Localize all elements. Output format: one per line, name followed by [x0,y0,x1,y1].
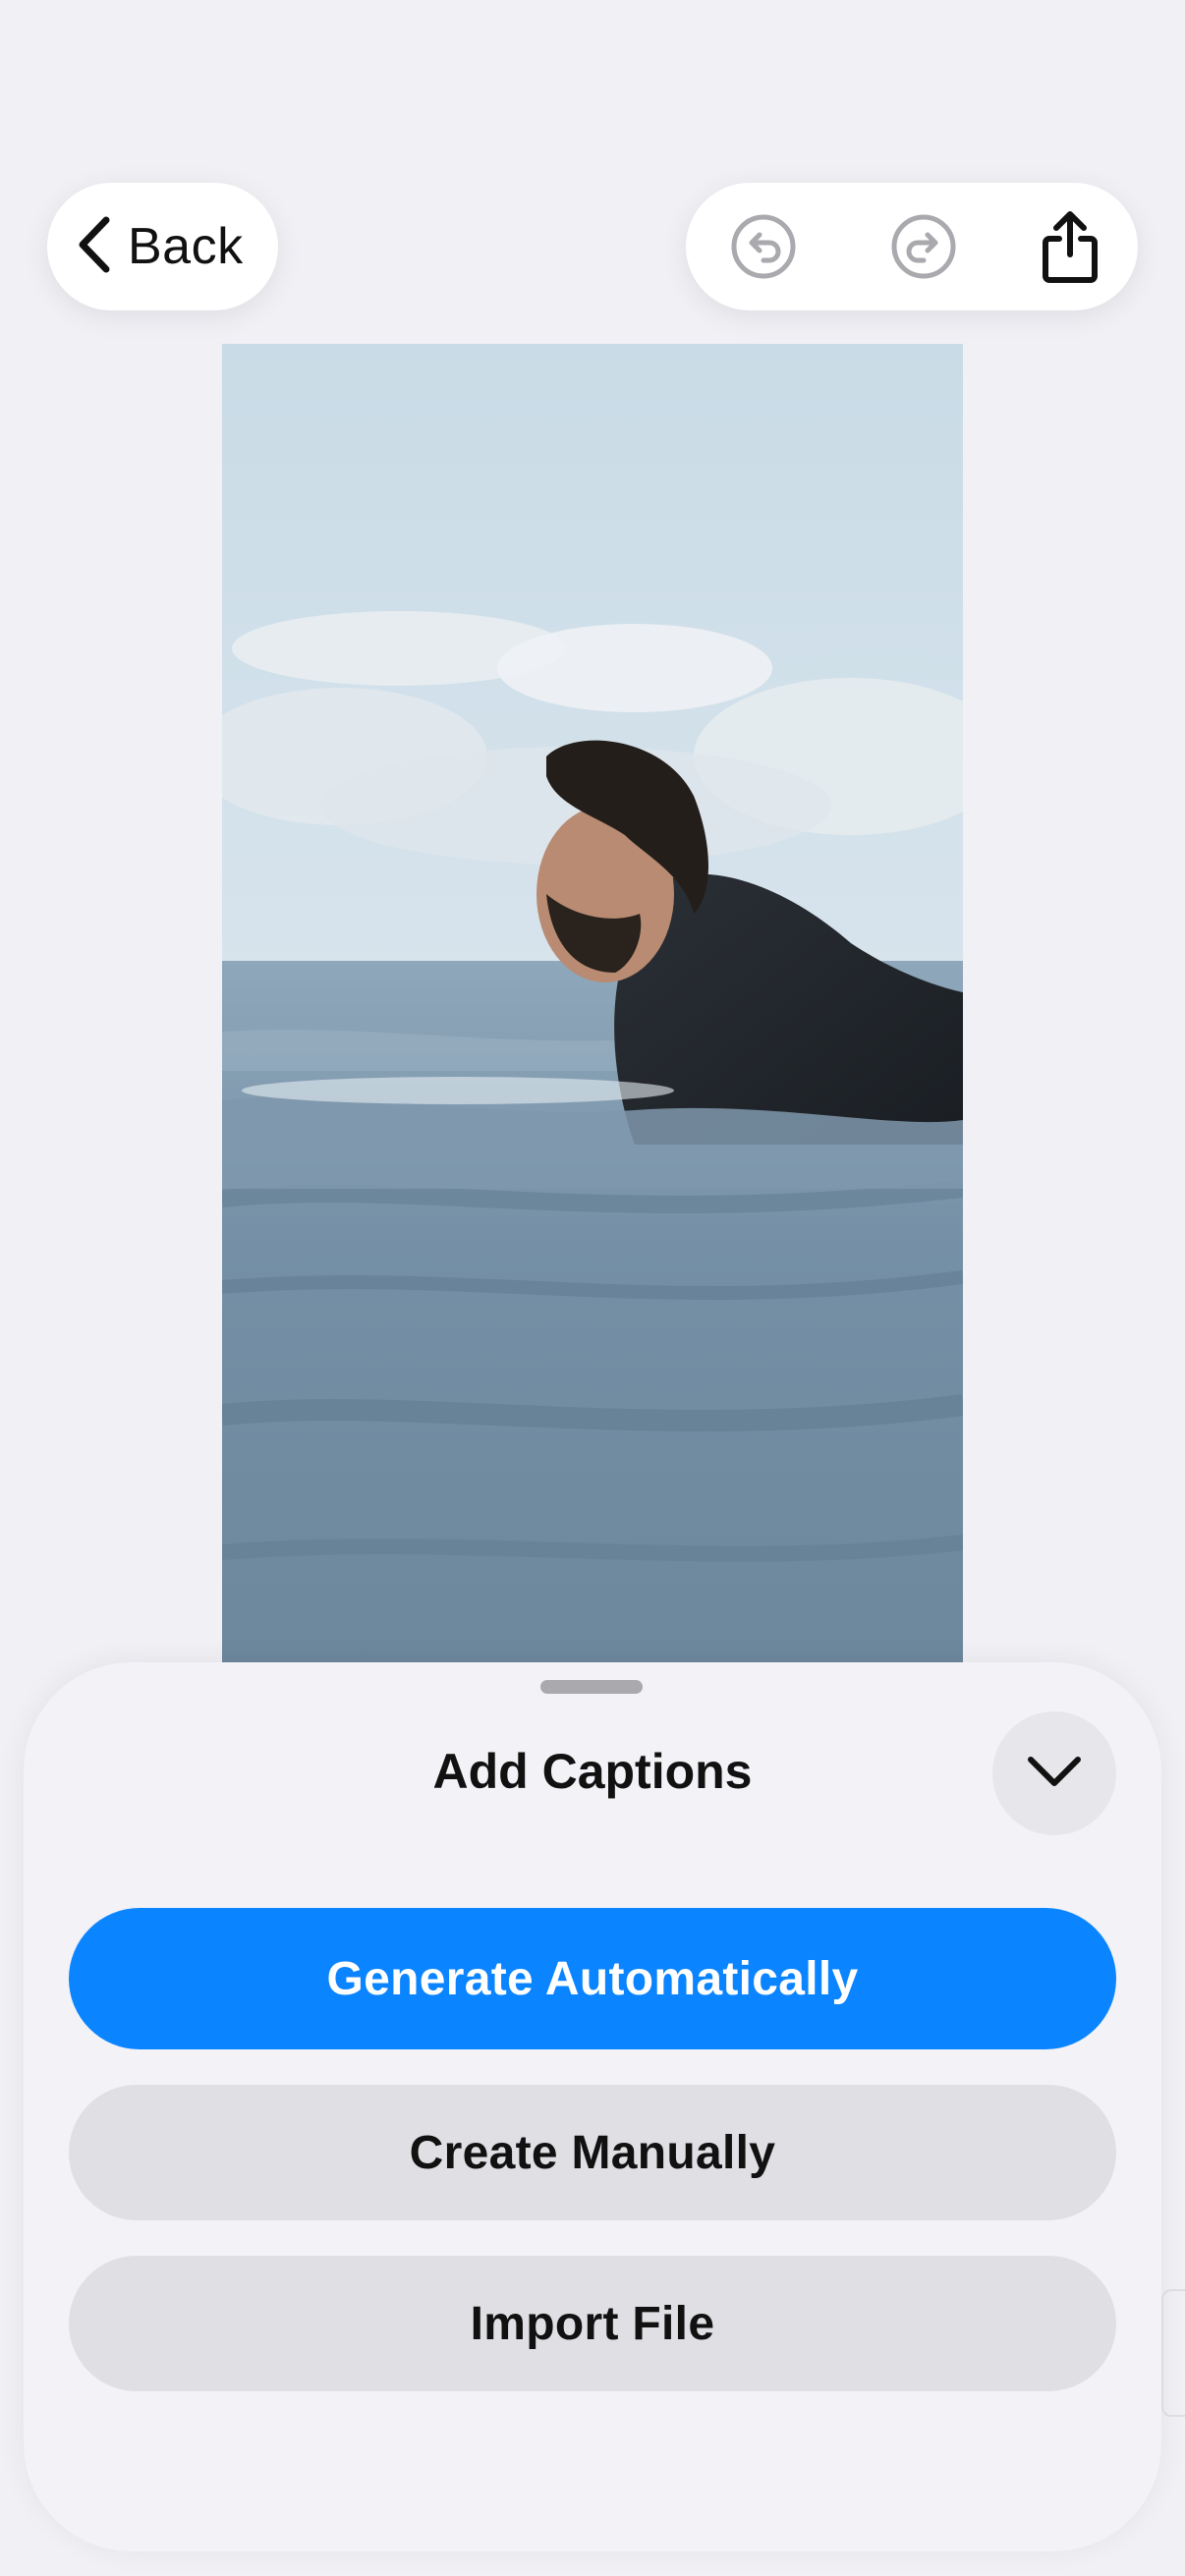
generate-automatically-label: Generate Automatically [326,1952,859,2005]
back-button[interactable]: Back [47,183,278,310]
create-manually-button[interactable]: Create Manually [69,2085,1116,2220]
sheet-title: Add Captions [432,1744,753,1799]
chevron-left-icon [75,214,114,280]
video-preview[interactable] [222,344,963,1665]
back-label: Back [128,218,244,275]
edge-peek-card [1161,2289,1185,2417]
create-manually-label: Create Manually [409,2126,776,2179]
undo-icon[interactable] [719,183,808,310]
screen: Back Add Captions Generate Automatically… [0,0,1185,2576]
import-file-button[interactable]: Import File [69,2256,1116,2391]
share-icon[interactable] [1026,183,1114,310]
redo-icon[interactable] [879,183,968,310]
sheet-grabber[interactable] [540,1680,643,1694]
chevron-down-icon [1026,1754,1083,1794]
edit-actions-toolbar [686,183,1138,310]
add-captions-sheet: Add Captions Generate Automatically Crea… [24,1662,1161,2551]
generate-automatically-button[interactable]: Generate Automatically [69,1908,1116,2049]
video-frame-image [222,344,963,1665]
import-file-label: Import File [470,2297,715,2350]
collapse-sheet-button[interactable] [992,1711,1116,1835]
